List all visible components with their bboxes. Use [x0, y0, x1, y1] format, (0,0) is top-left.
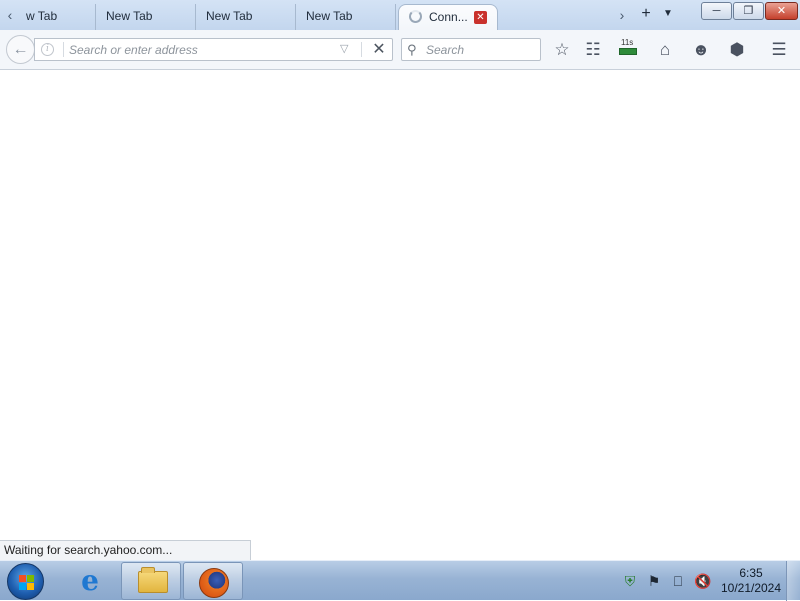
all-tabs-button[interactable]: ▼ [660, 5, 676, 23]
home-icon[interactable]: ⌂ [654, 39, 676, 61]
tab-new-tab-3[interactable]: New Tab [196, 4, 296, 30]
close-icon: ✕ [776, 5, 787, 17]
pocket-icon[interactable]: ⬢ [726, 39, 748, 61]
volume-muted-icon[interactable]: 🔇 [694, 573, 711, 589]
window-close-button[interactable]: ✕ [765, 2, 798, 20]
tab-scroll-right-icon[interactable]: › [614, 4, 630, 26]
network-icon[interactable]: ⎕ [670, 573, 686, 589]
tab-label: New Tab [206, 9, 253, 23]
back-arrow-icon: ← [12, 41, 29, 58]
info-icon[interactable]: i [41, 43, 54, 56]
url-separator [63, 42, 64, 57]
show-desktop-button[interactable] [786, 561, 800, 601]
page-content [0, 71, 800, 560]
minimize-icon: ─ [712, 5, 721, 17]
flag-red [19, 575, 26, 582]
action-center-flag-icon[interactable]: ⚑ [646, 573, 662, 589]
badge-bar [619, 48, 637, 55]
flag-green [27, 575, 34, 582]
taskbar-file-explorer[interactable] [121, 562, 181, 600]
back-button[interactable]: ← [6, 35, 35, 64]
clock-date: 10/21/2024 [720, 581, 782, 595]
restore-icon: ❐ [743, 5, 754, 17]
tab-label: w Tab [26, 9, 58, 23]
security-shield-icon[interactable]: ⛨ [622, 573, 638, 589]
firefox-icon [199, 568, 229, 598]
menu-icon[interactable]: ☰ [768, 39, 790, 61]
clock-time: 6:35 [739, 566, 763, 580]
speed-dial-badge-icon[interactable]: 11s [618, 38, 640, 60]
search-bar[interactable]: ⚲ [401, 38, 541, 61]
minimize-button[interactable]: ─ [701, 2, 732, 20]
address-input[interactable] [69, 41, 329, 58]
close-icon: ✕ [372, 41, 386, 58]
badge-count: 11s [621, 38, 634, 47]
url-separator [361, 42, 362, 57]
triangle-down-icon[interactable]: ▽ [340, 42, 348, 57]
chevron-down-icon: ▼ [663, 8, 673, 19]
address-bar[interactable]: i ▽ ✕ [34, 38, 393, 61]
tab-label: New Tab [306, 9, 353, 23]
tab-strip: ‹ w Tab New Tab New Tab New Tab Conn... … [0, 0, 800, 30]
restore-button[interactable]: ❐ [733, 2, 764, 20]
tab-connecting[interactable]: Conn... ✕ [398, 4, 498, 30]
taskbar-internet-explorer[interactable]: e [60, 562, 120, 600]
plus-icon: + [641, 5, 651, 22]
tab-label: Conn... [429, 10, 468, 24]
internet-explorer-icon: e [81, 564, 99, 597]
navigation-toolbar: ← i ▽ ✕ ⚲ ☆ ☷ 11s ⌂ ☻ ⬢ ☰ [0, 30, 800, 70]
windows-start-orb-icon[interactable] [7, 563, 44, 600]
taskbar: e ⛨ ⚑ ⎕ 🔇 6:35 10/21/2024 [0, 560, 800, 601]
status-text: Waiting for search.yahoo.com... [4, 543, 173, 557]
stop-button[interactable]: ✕ [369, 40, 389, 59]
tab-label: New Tab [106, 9, 153, 23]
status-panel: Waiting for search.yahoo.com... [0, 540, 251, 560]
search-icon[interactable]: ⚲ [407, 41, 417, 58]
tab-new-tab-4[interactable]: New Tab [296, 4, 396, 30]
clock[interactable]: 6:35 10/21/2024 [718, 566, 784, 596]
search-input[interactable] [426, 41, 536, 58]
bookmark-star-icon[interactable]: ☆ [551, 39, 573, 61]
tab-new-tab-1[interactable]: w Tab [16, 4, 96, 30]
flag-blue [19, 583, 26, 590]
file-explorer-icon [138, 567, 168, 593]
flag-yellow [27, 583, 34, 590]
tab-new-tab-2[interactable]: New Tab [96, 4, 196, 30]
new-tab-button[interactable]: + [637, 5, 655, 23]
reading-list-icon[interactable]: ☷ [582, 39, 604, 61]
smiley-feedback-icon[interactable]: ☻ [690, 39, 712, 61]
loading-spinner-icon [409, 10, 422, 23]
tab-close-icon[interactable]: ✕ [474, 11, 487, 24]
taskbar-firefox[interactable] [183, 562, 243, 600]
